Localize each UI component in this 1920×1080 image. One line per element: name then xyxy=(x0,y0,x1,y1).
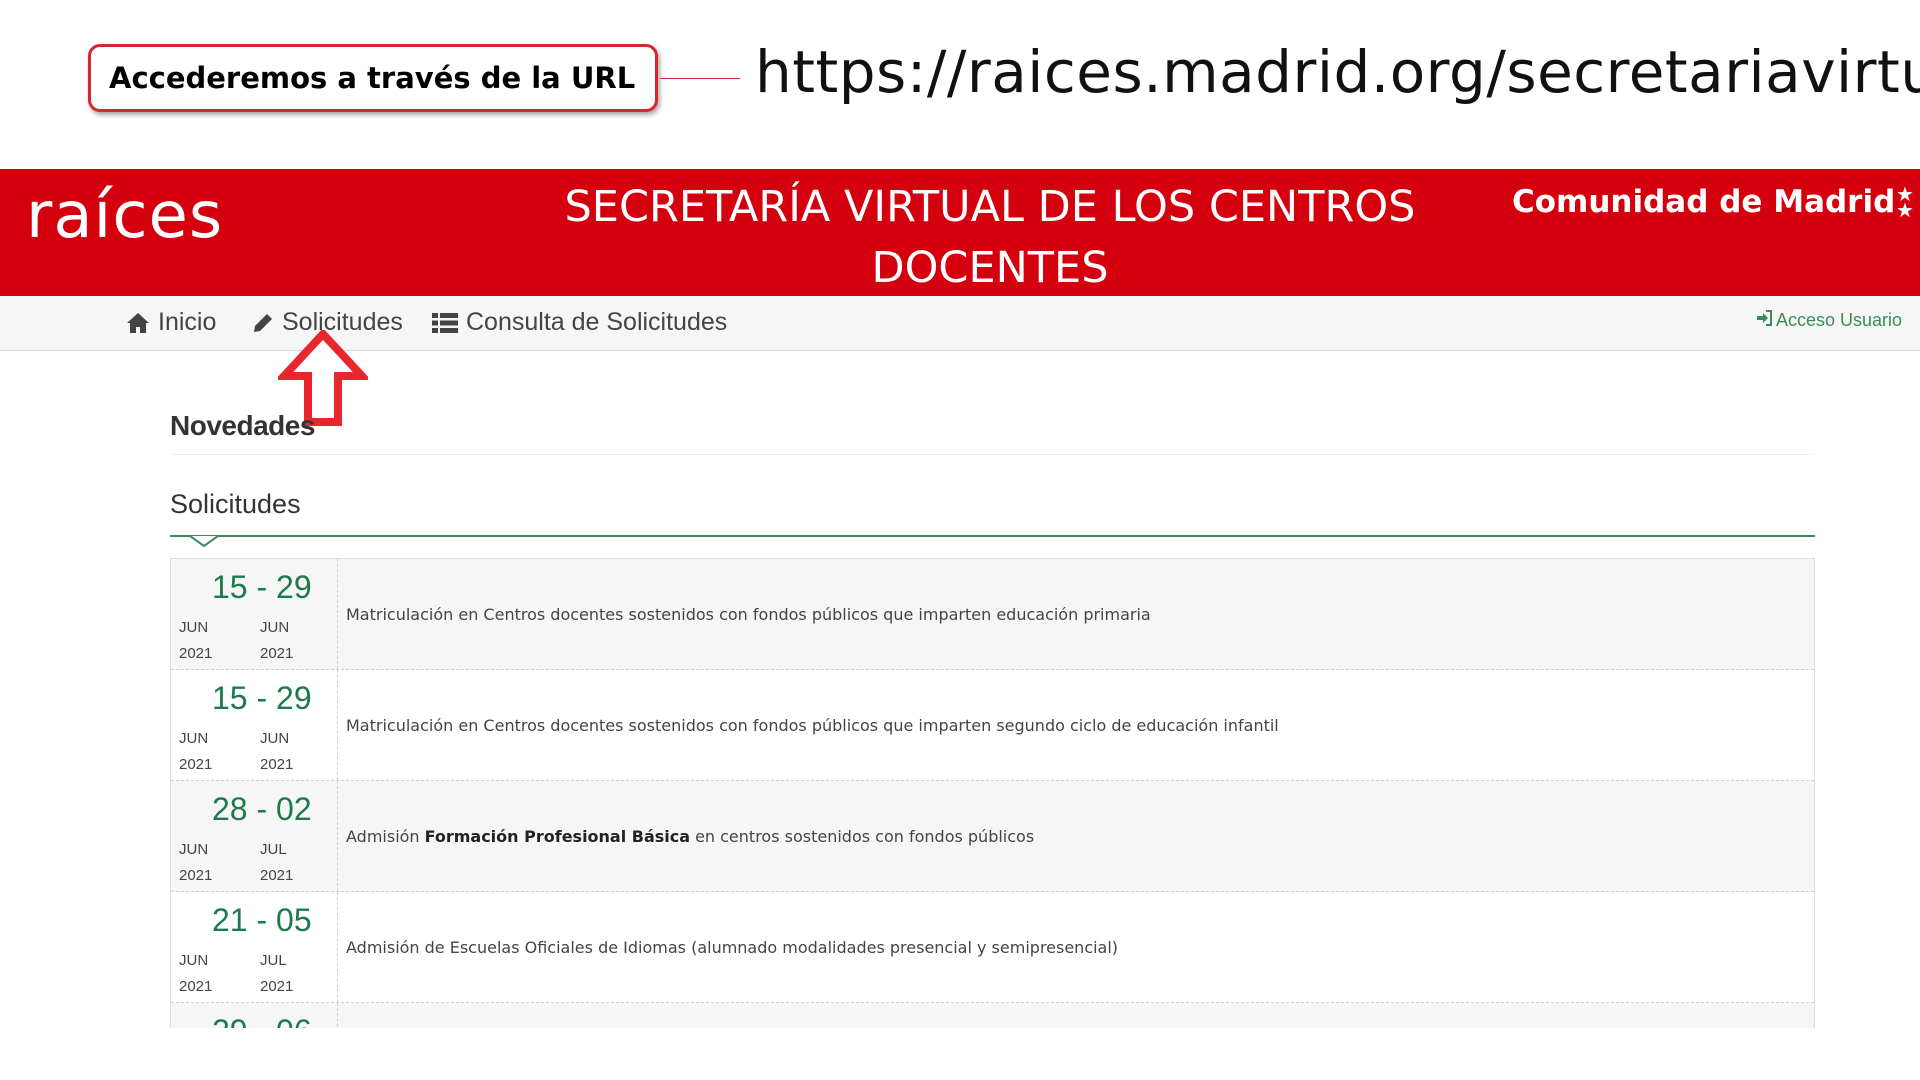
end-month: JUN xyxy=(260,619,290,636)
novedades-heading: Novedades xyxy=(170,410,315,441)
start-year: 2021 xyxy=(179,645,213,662)
site-title: SECRETARÍA VIRTUAL DE LOS CENTROS DOCENT… xyxy=(564,182,1416,293)
list-item-description[interactable]: Admisión de Escuelas Oficiales de Idioma… xyxy=(338,892,1118,1002)
date-range: 15 - 29 JUN JUN 2021 2021 xyxy=(171,670,338,780)
home-icon xyxy=(126,312,150,334)
list-icon xyxy=(432,312,458,334)
solicitudes-list: 15 - 29 JUN JUN 2021 2021 Matriculación … xyxy=(170,558,1815,1028)
description-bold-text: Formación Profesional Básica xyxy=(424,826,691,846)
start-year: 2021 xyxy=(179,978,213,995)
url-callout-box: Accederemos a través de la URL xyxy=(88,44,658,112)
callout-text: Accederemos a través de la URL xyxy=(109,61,636,95)
comunidad-madrid-logo[interactable]: Comunidad de Madrid xyxy=(1512,184,1895,220)
start-year: 2021 xyxy=(179,867,213,884)
list-item[interactable]: 15 - 29 JUN JUN 2021 2021 Matriculación … xyxy=(171,670,1814,781)
list-item-description[interactable] xyxy=(338,1003,346,1028)
list-item[interactable]: 29 - 06 xyxy=(171,1003,1814,1028)
site-header: raíces SECRETARÍA VIRTUAL DE LOS CENTROS… xyxy=(0,169,1920,296)
nav-inicio[interactable]: Inicio xyxy=(126,308,216,337)
description-text: Matriculación en Centros docentes sosten… xyxy=(346,715,1279,735)
end-year: 2021 xyxy=(260,645,294,662)
solicitudes-section-heading: Solicitudes xyxy=(170,489,301,519)
list-item[interactable]: 28 - 02 JUN JUL 2021 2021 Admisión Forma… xyxy=(171,781,1814,892)
list-item[interactable]: 15 - 29 JUN JUN 2021 2021 Matriculación … xyxy=(171,559,1814,670)
date-range: 29 - 06 xyxy=(171,1003,338,1028)
nav-consulta-label: Consulta de Solicitudes xyxy=(466,308,728,336)
description-text: en centros sostenidos con fondos público… xyxy=(695,826,1035,846)
date-range: 15 - 29 JUN JUN 2021 2021 xyxy=(171,559,338,669)
nav-consulta-solicitudes[interactable]: Consulta de Solicitudes xyxy=(432,308,727,337)
pencil-icon xyxy=(252,312,274,334)
date-range-days: 21 - 05 xyxy=(212,902,312,938)
date-range-days: 29 - 06 xyxy=(212,1013,312,1028)
start-year: 2021 xyxy=(179,756,213,773)
end-year: 2021 xyxy=(260,756,294,773)
end-year: 2021 xyxy=(260,867,294,884)
list-item-description[interactable]: Matriculación en Centros docentes sosten… xyxy=(338,670,1279,780)
list-item[interactable]: 21 - 05 JUN JUL 2021 2021 Admisión de Es… xyxy=(171,892,1814,1003)
end-month: JUL xyxy=(260,952,287,969)
date-range-days: 15 - 29 xyxy=(212,680,312,716)
end-month: JUL xyxy=(260,841,287,858)
list-item-description[interactable]: Matriculación en Centros docentes sosten… xyxy=(338,559,1151,669)
description-text: Admisión de Escuelas Oficiales de Idioma… xyxy=(346,937,1119,957)
list-item-description[interactable]: Admisión Formación Profesional Básica en… xyxy=(338,781,1034,891)
end-year: 2021 xyxy=(260,978,294,995)
start-month: JUN xyxy=(179,841,209,858)
date-range-days: 15 - 29 xyxy=(212,569,312,605)
nav-inicio-label: Inicio xyxy=(158,308,217,336)
chevron-down-icon xyxy=(189,535,219,553)
url-text: https://raices.madrid.org/secretariavirt… xyxy=(755,38,1920,106)
date-range: 21 - 05 JUN JUL 2021 2021 xyxy=(171,892,338,1002)
start-month: JUN xyxy=(179,730,209,747)
section-divider xyxy=(170,535,1815,537)
date-range-days: 28 - 02 xyxy=(212,791,312,827)
date-range: 28 - 02 JUN JUL 2021 2021 xyxy=(171,781,338,891)
divider xyxy=(170,454,1815,455)
star-icon: ★ ★ xyxy=(1896,184,1914,222)
acceso-usuario-label: Acceso Usuario xyxy=(1775,310,1902,330)
callout-connector xyxy=(660,78,740,79)
raices-logo[interactable]: raíces xyxy=(26,179,223,253)
start-month: JUN xyxy=(179,619,209,636)
acceso-usuario-link[interactable]: Acceso Usuario xyxy=(1756,310,1902,331)
description-text: Matriculación en Centros docentes sosten… xyxy=(346,604,1151,624)
start-month: JUN xyxy=(179,952,209,969)
sign-in-icon xyxy=(1756,310,1772,331)
description-text: Admisión xyxy=(346,826,420,846)
end-month: JUN xyxy=(260,730,290,747)
